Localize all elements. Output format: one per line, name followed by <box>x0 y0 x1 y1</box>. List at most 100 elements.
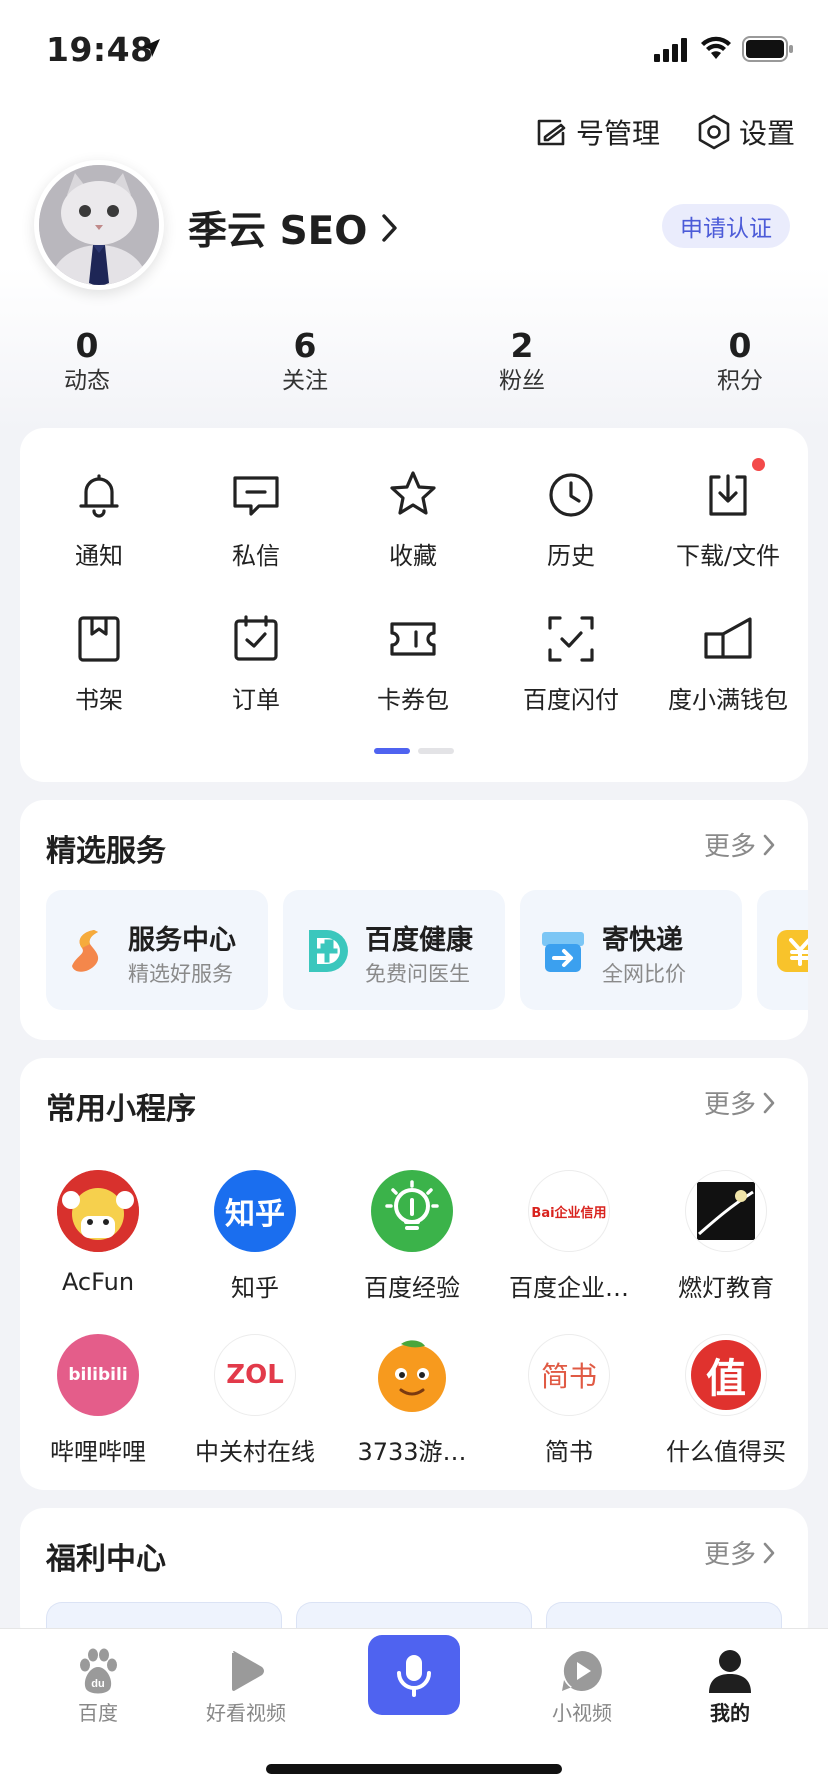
more-label: 更多 <box>703 1540 756 1570</box>
stat-value: 2 <box>510 326 534 365</box>
quick-actions-card: 通知 私信 收藏 历史 下载/文件 书架 订单 卡券包 百度闪付 度小满钱包 <box>20 428 808 782</box>
grid-label: 度小满钱包 <box>668 686 788 714</box>
tab-haokan-video[interactable]: 好看视频 <box>186 1641 306 1726</box>
mini-program-3733[interactable]: 3733游… <box>336 1334 488 1467</box>
coupon-icon <box>390 622 436 656</box>
mini-programs-more-link[interactable]: 更多 <box>704 1084 776 1121</box>
settings-button[interactable]: 设置 <box>697 110 795 154</box>
mini-program-smzdm[interactable]: 值 什么值得买 <box>650 1334 802 1467</box>
grid-item-history[interactable]: 历史 <box>501 468 641 571</box>
grid-item-coupons[interactable]: 卡券包 <box>343 612 483 715</box>
stat-points[interactable]: 0 积分 <box>680 326 800 396</box>
avatar[interactable] <box>34 160 164 290</box>
stat-followers[interactable]: 2 粉丝 <box>462 326 582 396</box>
mini-program-label: 百度经验 <box>364 1274 460 1302</box>
grid-item-messages[interactable]: 私信 <box>186 468 326 571</box>
account-manage-button[interactable]: 号管理 <box>534 110 660 154</box>
mini-programs-title: 常用小程序 <box>46 1092 196 1127</box>
mini-program-baidu-enterprise[interactable]: Bai企业信用 百度企业… <box>493 1170 645 1303</box>
stat-value: 0 <box>75 326 99 365</box>
smzdm-icon: 值 <box>685 1334 767 1416</box>
grid-label: 收藏 <box>389 542 437 570</box>
stat-following[interactable]: 6 关注 <box>245 326 365 396</box>
edit-account-icon <box>537 119 566 146</box>
mic-icon <box>397 1655 431 1697</box>
grid-item-notifications[interactable]: 通知 <box>29 468 169 571</box>
grid-item-wallet[interactable]: 度小满钱包 <box>658 612 798 715</box>
voice-search-button[interactable] <box>368 1635 460 1715</box>
grid-label: 订单 <box>232 686 280 714</box>
benefits-more-link[interactable]: 更多 <box>704 1534 776 1571</box>
grid-item-downloads[interactable]: 下载/文件 <box>658 468 798 571</box>
chevron-right-icon <box>763 1092 775 1113</box>
service-tile-partial[interactable] <box>757 890 808 1010</box>
account-manage-label: 号管理 <box>576 117 661 150</box>
page-indicator-active <box>374 748 410 754</box>
mini-program-baidu-jingyan[interactable]: 百度经验 <box>336 1170 488 1303</box>
orange-mascot-icon <box>378 1340 446 1412</box>
service-subtitle: 全网比价 <box>602 962 686 986</box>
chevron-right-icon <box>763 1542 775 1563</box>
stat-label: 粉丝 <box>499 368 545 394</box>
cellular-signal-icon <box>654 38 687 62</box>
mini-program-label: 中关村在线 <box>195 1438 315 1466</box>
mini-program-randeng[interactable]: 燃灯教育 <box>650 1170 802 1303</box>
wifi-icon <box>701 36 731 59</box>
grid-label: 百度闪付 <box>523 686 619 714</box>
cat-avatar-image <box>39 165 159 285</box>
message-icon <box>233 476 279 516</box>
service-tile-baidu-health[interactable]: 百度健康 免费问医生 <box>283 890 505 1010</box>
svg-text:du: du <box>91 1678 104 1690</box>
mini-program-jianshu[interactable]: 简书 简书 <box>493 1334 645 1467</box>
grid-item-orders[interactable]: 订单 <box>186 612 326 715</box>
express-icon <box>542 932 584 972</box>
baidu-paw-icon: du <box>80 1648 117 1694</box>
profile-icon <box>709 1650 751 1693</box>
service-tile-service-center[interactable]: 服务中心 精选好服务 <box>46 890 268 1010</box>
tab-baidu[interactable]: du 百度 <box>38 1641 158 1726</box>
apply-verification-button[interactable]: 申请认证 <box>662 204 790 248</box>
order-icon <box>234 615 278 661</box>
mini-program-zol[interactable]: ZOL 中关村在线 <box>179 1334 331 1467</box>
tab-label: 小视频 <box>552 1701 612 1725</box>
battery-icon <box>742 36 793 62</box>
settings-hexagon-icon <box>698 114 730 150</box>
settings-label: 设置 <box>739 117 796 150</box>
grid-item-favorites[interactable]: 收藏 <box>343 468 483 571</box>
username-link[interactable]: 季云 SEO <box>188 200 399 256</box>
tab-label: 百度 <box>78 1701 118 1725</box>
grid-label: 下载/文件 <box>675 542 781 570</box>
mini-program-bilibili[interactable]: bilibili 哔哩哔哩 <box>22 1334 174 1467</box>
download-icon <box>709 474 747 516</box>
clock-icon <box>549 473 593 517</box>
service-tile-express[interactable]: 寄快递 全网比价 <box>520 890 742 1010</box>
scan-pay-icon <box>548 616 594 662</box>
download-badge-dot <box>752 458 765 471</box>
service-title: 寄快递 <box>602 925 683 956</box>
featured-services-card: 精选服务 更多 服务中心 精选好服务 百度健康 免费问医生 寄快递 全网比价 <box>20 800 808 1040</box>
stat-value: 6 <box>293 326 317 365</box>
baidu-jingyan-icon <box>371 1170 453 1252</box>
service-subtitle: 精选好服务 <box>128 962 233 986</box>
service-title: 百度健康 <box>365 925 473 956</box>
star-icon <box>390 471 436 515</box>
smzdm-badge: 值 <box>691 1340 761 1410</box>
username: 季云 SEO <box>188 209 368 254</box>
status-time: 19:48 <box>46 30 154 69</box>
game3733-icon <box>371 1334 453 1416</box>
tab-label: 好看视频 <box>206 1701 286 1725</box>
bilibili-icon: bilibili <box>57 1334 139 1416</box>
stat-value: 0 <box>728 326 752 365</box>
grid-item-bookshelf[interactable]: 书架 <box>29 612 169 715</box>
services-more-link[interactable]: 更多 <box>704 826 776 863</box>
grid-item-baidu-pay[interactable]: 百度闪付 <box>501 612 641 715</box>
small-video-icon <box>562 1651 602 1691</box>
jianshu-icon: 简书 <box>528 1334 610 1416</box>
page-indicator-inactive <box>418 748 454 754</box>
mini-program-zhihu[interactable]: 知乎 知乎 <box>179 1170 331 1303</box>
mini-program-acfun[interactable]: AcFun <box>22 1170 174 1296</box>
stat-posts[interactable]: 0 动态 <box>27 326 147 396</box>
yuan-coin-icon <box>777 930 808 972</box>
tab-mine[interactable]: 我的 <box>670 1641 790 1726</box>
tab-small-video[interactable]: 小视频 <box>522 1641 642 1726</box>
